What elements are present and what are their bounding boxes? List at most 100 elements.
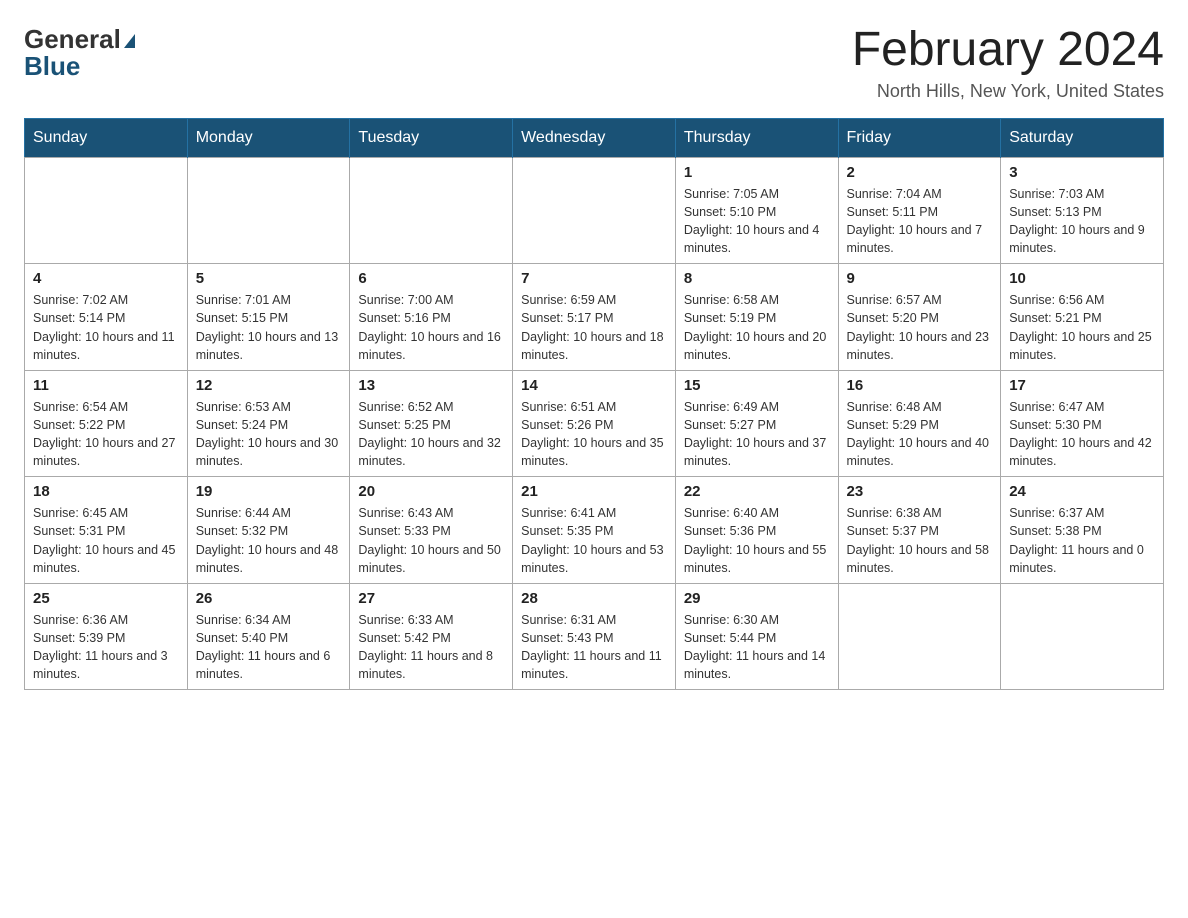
day-info: Sunrise: 6:56 AM Sunset: 5:21 PM Dayligh… [1009, 291, 1155, 364]
calendar-day-10: 10 Sunrise: 6:56 AM Sunset: 5:21 PM Dayli… [1001, 264, 1164, 371]
day-number: 28 [521, 590, 667, 607]
weekday-header-monday: Monday [187, 118, 350, 157]
calendar-day-29: 29Sunrise: 6:30 AM Sunset: 5:44 PM Dayli… [675, 583, 838, 690]
day-number: 22 [684, 483, 830, 500]
day-number: 2 [847, 164, 993, 181]
calendar-empty-cell [838, 583, 1001, 690]
day-number: 27 [358, 590, 504, 607]
day-number: 24 [1009, 483, 1155, 500]
day-info: Sunrise: 6:34 AM Sunset: 5:40 PM Dayligh… [196, 611, 342, 684]
calendar-table: SundayMondayTuesdayWednesdayThursdayFrid… [24, 118, 1164, 691]
calendar-header-row: SundayMondayTuesdayWednesdayThursdayFrid… [25, 118, 1164, 157]
calendar-day-15: 15 Sunrise: 6:49 AM Sunset: 5:27 PM Dayli… [675, 370, 838, 477]
logo-blue-text: Blue [24, 51, 135, 82]
calendar-day-3: 3 Sunrise: 7:03 AM Sunset: 5:13 PM Daylig… [1001, 157, 1164, 264]
day-number: 1 [684, 164, 830, 181]
day-number: 10 [1009, 270, 1155, 287]
day-number: 8 [684, 270, 830, 287]
calendar-day-13: 13 Sunrise: 6:52 AM Sunset: 5:25 PM Dayli… [350, 370, 513, 477]
day-info: Sunrise: 6:44 AM Sunset: 5:32 PM Dayligh… [196, 504, 342, 577]
logo-arrow-icon [124, 34, 135, 48]
calendar-day-21: 21 Sunrise: 6:41 AM Sunset: 5:35 PM Dayli… [513, 477, 676, 584]
calendar-day-26: 26 Sunrise: 6:34 AM Sunset: 5:40 PM Dayli… [187, 583, 350, 690]
day-number: 13 [358, 377, 504, 394]
day-number: 7 [521, 270, 667, 287]
day-info: Sunrise: 6:37 AM Sunset: 5:38 PM Dayligh… [1009, 504, 1155, 577]
calendar-day-1: 1Sunrise: 7:05 AM Sunset: 5:10 PM Daylig… [675, 157, 838, 264]
day-info: Sunrise: 6:33 AM Sunset: 5:42 PM Dayligh… [358, 611, 504, 684]
logo: General Blue [24, 24, 135, 82]
day-number: 19 [196, 483, 342, 500]
day-number: 29 [684, 590, 830, 607]
day-number: 18 [33, 483, 179, 500]
weekday-header-sunday: Sunday [25, 118, 188, 157]
calendar-day-2: 2Sunrise: 7:04 AM Sunset: 5:11 PM Daylig… [838, 157, 1001, 264]
day-number: 16 [847, 377, 993, 394]
calendar-day-7: 7 Sunrise: 6:59 AM Sunset: 5:17 PM Daylig… [513, 264, 676, 371]
calendar-day-17: 17 Sunrise: 6:47 AM Sunset: 5:30 PM Dayli… [1001, 370, 1164, 477]
day-number: 15 [684, 377, 830, 394]
calendar-empty-cell [513, 157, 676, 264]
day-number: 5 [196, 270, 342, 287]
weekday-header-tuesday: Tuesday [350, 118, 513, 157]
day-number: 14 [521, 377, 667, 394]
calendar-day-12: 12 Sunrise: 6:53 AM Sunset: 5:24 PM Dayli… [187, 370, 350, 477]
day-info: Sunrise: 7:03 AM Sunset: 5:13 PM Dayligh… [1009, 185, 1155, 258]
day-info: Sunrise: 6:59 AM Sunset: 5:17 PM Dayligh… [521, 291, 667, 364]
calendar-day-27: 27 Sunrise: 6:33 AM Sunset: 5:42 PM Dayli… [350, 583, 513, 690]
calendar-empty-cell [25, 157, 188, 264]
day-info: Sunrise: 6:57 AM Sunset: 5:20 PM Dayligh… [847, 291, 993, 364]
day-number: 9 [847, 270, 993, 287]
day-info: Sunrise: 6:38 AM Sunset: 5:37 PM Dayligh… [847, 504, 993, 577]
calendar-day-14: 14Sunrise: 6:51 AM Sunset: 5:26 PM Dayli… [513, 370, 676, 477]
day-info: Sunrise: 7:01 AM Sunset: 5:15 PM Dayligh… [196, 291, 342, 364]
day-info: Sunrise: 6:41 AM Sunset: 5:35 PM Dayligh… [521, 504, 667, 577]
calendar-day-18: 18Sunrise: 6:45 AM Sunset: 5:31 PM Dayli… [25, 477, 188, 584]
day-number: 4 [33, 270, 179, 287]
calendar-day-6: 6 Sunrise: 7:00 AM Sunset: 5:16 PM Daylig… [350, 264, 513, 371]
day-number: 26 [196, 590, 342, 607]
calendar-week-row: 11 Sunrise: 6:54 AM Sunset: 5:22 PM Dayli… [25, 370, 1164, 477]
day-info: Sunrise: 6:43 AM Sunset: 5:33 PM Dayligh… [358, 504, 504, 577]
day-info: Sunrise: 6:52 AM Sunset: 5:25 PM Dayligh… [358, 398, 504, 471]
calendar-week-row: 18Sunrise: 6:45 AM Sunset: 5:31 PM Dayli… [25, 477, 1164, 584]
day-info: Sunrise: 6:36 AM Sunset: 5:39 PM Dayligh… [33, 611, 179, 684]
calendar-empty-cell [350, 157, 513, 264]
day-info: Sunrise: 7:02 AM Sunset: 5:14 PM Dayligh… [33, 291, 179, 364]
day-info: Sunrise: 6:47 AM Sunset: 5:30 PM Dayligh… [1009, 398, 1155, 471]
calendar-empty-cell [1001, 583, 1164, 690]
weekday-header-wednesday: Wednesday [513, 118, 676, 157]
calendar-day-19: 19 Sunrise: 6:44 AM Sunset: 5:32 PM Dayli… [187, 477, 350, 584]
day-number: 17 [1009, 377, 1155, 394]
day-info: Sunrise: 6:58 AM Sunset: 5:19 PM Dayligh… [684, 291, 830, 364]
day-info: Sunrise: 6:49 AM Sunset: 5:27 PM Dayligh… [684, 398, 830, 471]
calendar-day-28: 28Sunrise: 6:31 AM Sunset: 5:43 PM Dayli… [513, 583, 676, 690]
day-number: 11 [33, 377, 179, 394]
weekday-header-thursday: Thursday [675, 118, 838, 157]
calendar-day-22: 22Sunrise: 6:40 AM Sunset: 5:36 PM Dayli… [675, 477, 838, 584]
weekday-header-friday: Friday [838, 118, 1001, 157]
day-number: 3 [1009, 164, 1155, 181]
calendar-week-row: 25Sunrise: 6:36 AM Sunset: 5:39 PM Dayli… [25, 583, 1164, 690]
page-header: General Blue February 2024 North Hills, … [24, 24, 1164, 102]
day-info: Sunrise: 6:54 AM Sunset: 5:22 PM Dayligh… [33, 398, 179, 471]
calendar-day-24: 24 Sunrise: 6:37 AM Sunset: 5:38 PM Dayli… [1001, 477, 1164, 584]
calendar-day-20: 20Sunrise: 6:43 AM Sunset: 5:33 PM Dayli… [350, 477, 513, 584]
day-info: Sunrise: 6:48 AM Sunset: 5:29 PM Dayligh… [847, 398, 993, 471]
day-number: 6 [358, 270, 504, 287]
calendar-day-8: 8 Sunrise: 6:58 AM Sunset: 5:19 PM Daylig… [675, 264, 838, 371]
calendar-empty-cell [187, 157, 350, 264]
day-number: 21 [521, 483, 667, 500]
location-text: North Hills, New York, United States [852, 81, 1164, 102]
calendar-week-row: 1Sunrise: 7:05 AM Sunset: 5:10 PM Daylig… [25, 157, 1164, 264]
calendar-day-16: 16 Sunrise: 6:48 AM Sunset: 5:29 PM Dayli… [838, 370, 1001, 477]
title-section: February 2024 North Hills, New York, Uni… [852, 24, 1164, 102]
calendar-day-9: 9 Sunrise: 6:57 AM Sunset: 5:20 PM Daylig… [838, 264, 1001, 371]
day-info: Sunrise: 7:00 AM Sunset: 5:16 PM Dayligh… [358, 291, 504, 364]
day-number: 23 [847, 483, 993, 500]
day-info: Sunrise: 6:53 AM Sunset: 5:24 PM Dayligh… [196, 398, 342, 471]
calendar-day-25: 25Sunrise: 6:36 AM Sunset: 5:39 PM Dayli… [25, 583, 188, 690]
day-number: 12 [196, 377, 342, 394]
calendar-week-row: 4 Sunrise: 7:02 AM Sunset: 5:14 PM Daylig… [25, 264, 1164, 371]
calendar-day-23: 23 Sunrise: 6:38 AM Sunset: 5:37 PM Dayli… [838, 477, 1001, 584]
